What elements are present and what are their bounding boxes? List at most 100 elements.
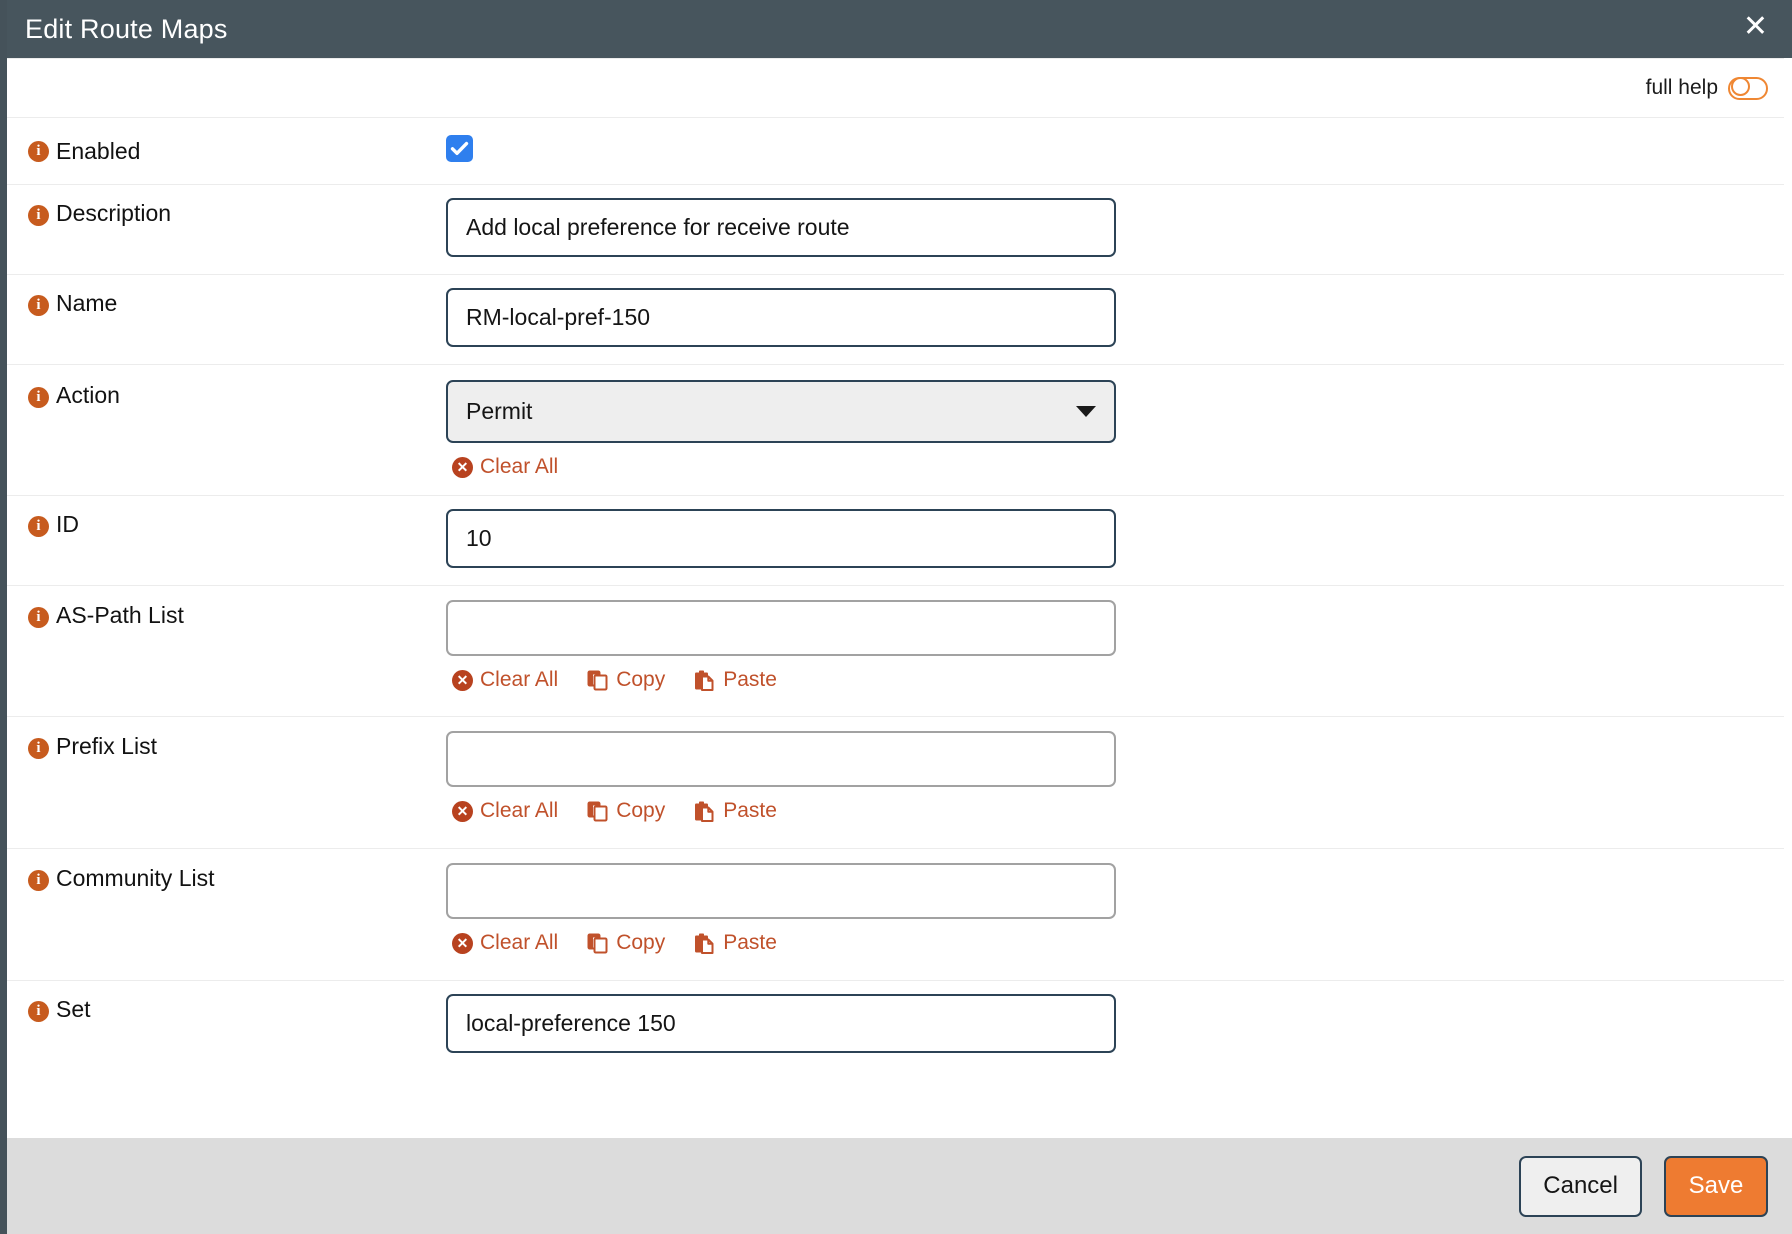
paste-icon [695,933,714,954]
chevron-down-icon [1076,406,1096,417]
form-row-as-path-list: i AS-Path List ✕ Clear All Copy Paste [7,586,1792,716]
action-select[interactable]: Permit [446,380,1116,443]
copy-button[interactable]: Copy [586,931,665,955]
copy-icon [587,933,608,953]
enabled-checkbox[interactable] [446,135,473,162]
prefix-list-input[interactable] [446,731,1116,787]
row-label: i ID [28,509,446,538]
copy-icon [587,670,608,690]
copy-label: Copy [616,668,666,691]
clear-icon: ✕ [452,669,473,691]
dialog-body: full help i Enabled i Description Add lo… [7,58,1792,1138]
paste-label: Paste [723,931,777,954]
label-text: Description [56,200,172,226]
dialog-titlebar: Edit Route Maps ✕ [7,0,1792,58]
action-links: ✕ Clear All Copy Paste [452,668,1792,692]
action-select-value: Permit [466,398,533,424]
save-button[interactable]: Save [1664,1155,1768,1217]
clear-all-label: Clear All [480,931,559,954]
label-text: Action [56,382,120,408]
label-text: ID [56,511,79,537]
clear-all-button[interactable]: ✕ Clear All [452,931,558,955]
action-links: ✕ Clear All [452,455,1792,479]
community-list-input[interactable] [446,863,1116,919]
paste-label: Paste [723,799,777,822]
label-text: Name [56,290,118,316]
row-label: i Action [28,380,446,409]
label-text: Community List [56,865,215,891]
row-label: i Description [28,198,446,227]
full-help-bar: full help [7,59,1792,117]
copy-label: Copy [616,799,666,822]
row-label: i Set [28,994,446,1023]
row-field [446,509,1792,568]
full-help-toggle[interactable] [1728,76,1768,100]
row-label: i AS-Path List [28,600,446,629]
paste-button[interactable]: Paste [693,668,777,692]
paste-button[interactable]: Paste [693,799,777,823]
paste-icon [695,801,714,822]
row-field [446,135,1792,167]
clear-all-label: Clear All [480,668,559,691]
row-label: i Prefix List [28,731,446,760]
row-field: ✕ Clear All Copy Paste [446,863,1792,955]
row-field [446,198,1792,257]
info-icon[interactable]: i [28,738,49,759]
row-field [446,288,1792,347]
form-row-action: i Action Permit ✕ Clear All [7,365,1792,495]
row-field: ✕ Clear All Copy Paste [446,731,1792,823]
cancel-button[interactable]: Cancel [1519,1155,1642,1217]
form-row-id: i ID [7,496,1792,585]
row-field [446,994,1792,1053]
info-icon[interactable]: i [28,205,49,226]
form-row-set: i Set [7,981,1792,1070]
clear-icon: ✕ [452,932,473,954]
clear-all-button[interactable]: ✕ Clear All [452,668,558,692]
label-text: AS-Path List [56,602,184,628]
info-icon[interactable]: i [28,870,49,891]
clear-all-button[interactable]: ✕ Clear All [452,455,558,479]
info-icon[interactable]: i [28,1001,49,1022]
row-field: ✕ Clear All Copy Paste [446,600,1792,692]
form-row-community-list: i Community List ✕ Clear All Copy Paste [7,849,1792,980]
label-text: Set [56,996,91,1022]
label-text: Enabled [56,137,141,164]
info-icon[interactable]: i [28,607,49,628]
edit-route-maps-dialog: Edit Route Maps ✕ full help i Enabled i … [0,0,1792,1234]
paste-icon [695,670,714,691]
row-label: i Community List [28,863,446,892]
description-input[interactable] [446,198,1116,257]
copy-label: Copy [616,931,666,954]
action-links: ✕ Clear All Copy Paste [452,931,1792,955]
close-icon[interactable]: ✕ [1741,12,1770,46]
paste-label: Paste [723,668,777,691]
clear-icon: ✕ [452,800,473,822]
form-row-enabled: i Enabled [7,118,1792,184]
clear-all-label: Clear All [480,799,559,822]
info-icon[interactable]: i [28,516,49,537]
set-input[interactable] [446,994,1116,1053]
clear-all-button[interactable]: ✕ Clear All [452,799,558,823]
info-icon[interactable]: i [28,387,49,408]
check-icon [450,141,469,155]
row-label: i Name [28,288,446,317]
name-input[interactable] [446,288,1116,347]
clear-icon: ✕ [452,456,473,478]
toggle-knob [1731,76,1750,96]
info-icon[interactable]: i [28,140,49,162]
info-icon[interactable]: i [28,295,49,316]
dialog-footer: Cancel Save [7,1138,1792,1234]
as-path-list-input[interactable] [446,600,1116,656]
action-links: ✕ Clear All Copy Paste [452,799,1792,823]
dialog-title: Edit Route Maps [25,13,228,44]
label-text: Prefix List [56,733,157,759]
copy-button[interactable]: Copy [586,799,665,823]
row-field: Permit ✕ Clear All [446,380,1792,479]
full-help-label: full help [1645,76,1718,99]
clear-all-label: Clear All [480,455,559,478]
row-label: i Enabled [28,138,446,165]
id-input[interactable] [446,509,1116,568]
paste-button[interactable]: Paste [693,931,777,955]
copy-button[interactable]: Copy [586,668,665,692]
form-row-prefix-list: i Prefix List ✕ Clear All Copy Paste [7,717,1792,848]
